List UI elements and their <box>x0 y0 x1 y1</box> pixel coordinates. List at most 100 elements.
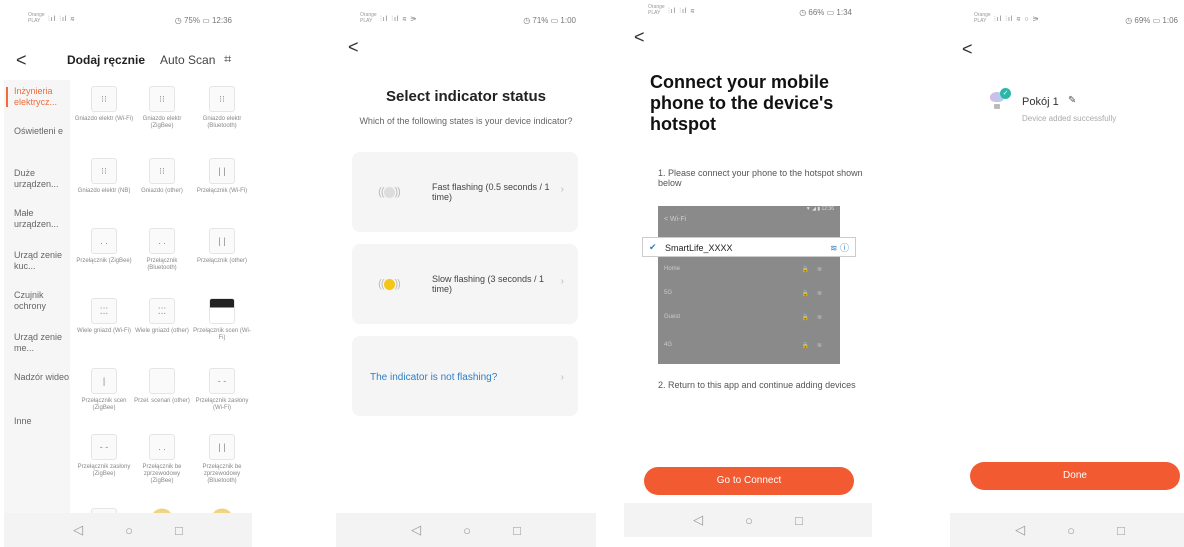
device-tile[interactable]: - - Przełącznik zasłony (ZigBee) <box>74 434 134 478</box>
socket-icon: ⁝⁝ <box>149 158 175 184</box>
device-tile[interactable]: . . Przełącznik (Bluetooth) <box>132 228 192 272</box>
system-navbar: ◁ ○ □ <box>950 513 1184 547</box>
status-bar: Orange PLAY ⫶ıl ⫶ıl ≋ ⚞ ◷ 71% ▭ 1:00 <box>336 0 596 26</box>
category-item[interactable]: Oświetleni e <box>14 126 70 137</box>
bulb-icon: ✓ <box>990 88 1012 122</box>
wifi-info-icon: ≋ ⓘ <box>829 243 849 253</box>
carrier-label: Orange PLAY <box>360 12 377 24</box>
socket-icon: ⁝⁝ <box>149 86 175 112</box>
success-check-icon: ✓ <box>1000 88 1011 99</box>
signal-icons: ⫶ıl ⫶ıl ≋ <box>48 16 76 23</box>
status-bar: Orange PLAY ⫶ıl ⫶ıl ≋ ○ ⚞ ◷ 69% ▭ 1:06 <box>950 0 1184 26</box>
category-item[interactable]: Małe urządzen... <box>14 208 70 230</box>
chevron-right-icon: › <box>560 276 564 287</box>
socket-icon: ⁝⁝ <box>91 158 117 184</box>
carrier-label: Orange PLAY <box>28 12 45 24</box>
category-item[interactable]: Inżynieria elektrycz... <box>6 86 70 108</box>
battery-clock: ◷ 71% ▭ 1:00 <box>523 16 576 25</box>
scene-switch-icon <box>209 298 235 324</box>
battery-clock: ◷ 66% ▭ 1:34 <box>799 8 852 17</box>
signal-icons: ⫶ıl ⫶ıl ≋ ⚞ <box>380 16 418 23</box>
device-tile[interactable]: ⁚⁚⁚ Wiele gniazd (other) <box>132 298 192 335</box>
nav-home-icon[interactable]: ○ <box>125 523 133 538</box>
page-subtitle: Which of the following states is your de… <box>359 116 573 126</box>
scene-switch-icon <box>149 368 175 394</box>
category-item[interactable]: Urząd zenie kuc... <box>14 250 70 272</box>
battery-clock: ◷ 69% ▭ 1:06 <box>1125 16 1178 25</box>
nav-back-icon[interactable]: ◁ <box>1015 522 1025 538</box>
phone-indicator-status: Orange PLAY ⫶ıl ⫶ıl ≋ ⚞ ◷ 71% ▭ 1:00 < S… <box>336 0 596 547</box>
system-navbar: ◁ ○ □ <box>4 513 252 547</box>
chevron-right-icon: › <box>560 372 564 383</box>
tab-add-manually[interactable]: Dodaj ręcznie <box>67 53 145 67</box>
category-item[interactable]: Nadzór wideo <box>14 372 70 383</box>
device-tile[interactable]: | | Przełącznik be zprzewodowy (Bluetooth… <box>192 434 252 485</box>
phone-add-manually: Orange PLAY ⫶ıl ⫶ıl ≋ ◷ 75% ▭ 12:36 < Do… <box>4 0 252 547</box>
indicator-slow-icon: (()) <box>378 278 401 290</box>
device-tile[interactable]: ⁝⁝ Gniazdo elektr (NB) <box>74 158 134 195</box>
category-item[interactable]: Czujnik ochrony <box>14 290 70 312</box>
option-not-flashing[interactable]: The indicator is not flashing? › <box>352 336 578 416</box>
header: < Dodaj ręcznie Auto Scan ⌗ <box>4 48 252 74</box>
socket-icon: ⁝⁝ <box>91 86 117 112</box>
device-tile[interactable]: ⁚⁚⁚ Wiele gniazd (Wi-Fi) <box>74 298 134 335</box>
network-name: SmartLife_XXXX <box>665 243 733 253</box>
device-tile[interactable]: | | Przełącznik (other) <box>192 228 252 265</box>
carrier-label: Orange PLAY <box>648 4 665 16</box>
back-icon[interactable]: < <box>634 28 645 46</box>
category-item[interactable]: Duże urządzen... <box>14 168 70 190</box>
nav-back-icon[interactable]: ◁ <box>411 522 421 538</box>
nav-back-icon[interactable]: ◁ <box>73 522 83 538</box>
wifi-network-row: 4G 🔒≋ <box>664 342 830 349</box>
back-icon[interactable]: < <box>16 51 27 69</box>
option-slow-flashing[interactable]: (()) Slow flashing (3 seconds / 1 time) … <box>352 244 578 324</box>
signal-icons: ⫶ıl ⫶ıl ≋ ○ ⚞ <box>994 16 1040 23</box>
nav-recent-icon[interactable]: □ <box>795 513 803 528</box>
step-2-text: 2. Return to this app and continue addin… <box>658 380 856 390</box>
category-item[interactable]: Urząd zenie me... <box>14 332 70 354</box>
category-item[interactable]: Inne <box>14 416 70 427</box>
screenshot-stage: Orange PLAY ⫶ıl ⫶ıl ≋ ◷ 75% ▭ 12:36 < Do… <box>0 0 1184 547</box>
nav-home-icon[interactable]: ○ <box>463 523 471 538</box>
wifi-settings-illustration: ▼ ◢ ▮ 12:36 < Wi-Fi Home 🔒≋ 5G 🔒≋ Guest 🔒≋ … <box>658 206 840 364</box>
device-tile[interactable]: Przełącznik scen (Wi-Fi) <box>192 298 252 342</box>
tab-auto-scan[interactable]: Auto Scan <box>160 53 215 67</box>
device-tile[interactable]: - - Przełącznik zasłony (Wi-Fi) <box>192 368 252 412</box>
illustration-wifi-header: < Wi-Fi <box>664 216 687 223</box>
scene-switch-icon: | <box>91 368 117 394</box>
nav-recent-icon[interactable]: □ <box>513 523 521 538</box>
system-navbar: ◁ ○ □ <box>336 513 596 547</box>
device-tile[interactable]: ⁝⁝ Gniazdo (other) <box>132 158 192 195</box>
nav-back-icon[interactable]: ◁ <box>693 512 703 528</box>
option-fast-flashing[interactable]: (()) Fast flashing (0.5 seconds / 1 time… <box>352 152 578 232</box>
device-tile[interactable]: Przeł. scenari (other) <box>132 368 192 405</box>
back-icon[interactable]: < <box>962 40 973 58</box>
device-tile[interactable]: . . Przełącznik be zprzewodowy (ZigBee) <box>132 434 192 485</box>
go-to-connect-button[interactable]: Go to Connect <box>644 467 854 495</box>
device-tile[interactable]: ⁝⁝ Gniazdo elektr (ZigBee) <box>132 86 192 130</box>
device-tile[interactable]: | | Przełącznik (Wi-Fi) <box>192 158 252 195</box>
nav-home-icon[interactable]: ○ <box>745 513 753 528</box>
phone-connect-hotspot: Orange PLAY ⫶ıl ⫶ıl ≋ ◷ 66% ▭ 1:34 < Con… <box>624 0 872 547</box>
device-tile[interactable]: ⁝⁝ Gniazdo elektr (Bluetooth) <box>192 86 252 130</box>
wifi-network-row: 5G 🔒≋ <box>664 290 830 297</box>
nav-recent-icon[interactable]: □ <box>175 523 183 538</box>
chevron-right-icon: › <box>560 184 564 195</box>
device-tile[interactable]: | Przełącznik scen (ZigBee) <box>74 368 134 412</box>
wifi-network-row: Home 🔒≋ <box>664 266 830 273</box>
device-name: Pokój 1 <box>1022 96 1059 108</box>
back-icon[interactable]: < <box>348 38 359 56</box>
wifi-network-row: Guest 🔒≋ <box>664 314 830 321</box>
signal-icons: ⫶ıl ⫶ıl ≋ <box>668 8 696 15</box>
nav-home-icon[interactable]: ○ <box>1067 523 1075 538</box>
device-tile[interactable]: ⁝⁝ Gniazdo elektr (Wi-Fi) <box>74 86 134 123</box>
done-button[interactable]: Done <box>970 462 1180 490</box>
page-title: Connect your mobile phone to the device'… <box>650 72 834 134</box>
edit-pencil-icon[interactable]: ✎ <box>1068 95 1076 106</box>
wireless-switch-icon: | | <box>209 434 235 460</box>
indicator-fast-icon: (()) <box>378 186 401 198</box>
nav-recent-icon[interactable]: □ <box>1117 523 1125 538</box>
scan-qr-icon[interactable]: ⌗ <box>224 51 231 67</box>
device-tile[interactable]: . . Przełącznik (ZigBee) <box>74 228 134 265</box>
not-flashing-link[interactable]: The indicator is not flashing? <box>370 372 497 383</box>
